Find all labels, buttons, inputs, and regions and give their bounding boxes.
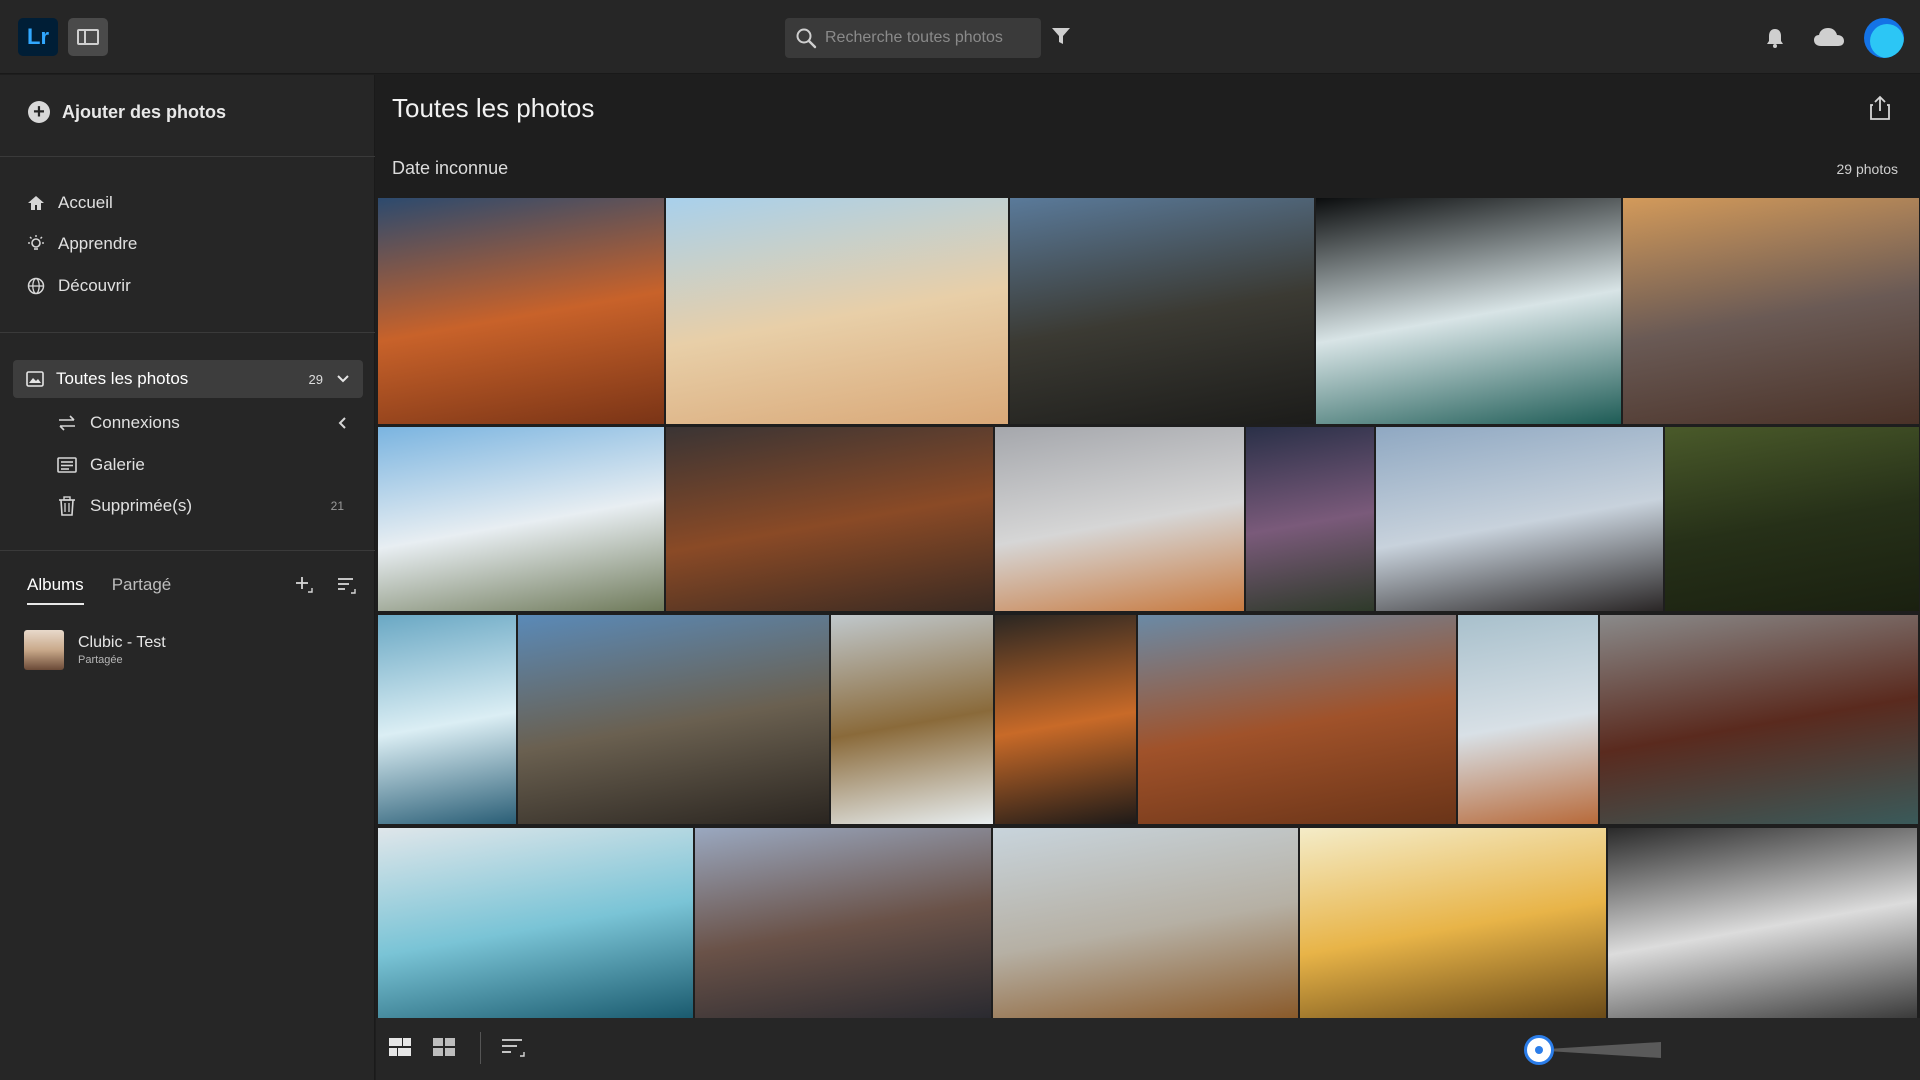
sidebar-item-deleted[interactable]: Supprimée(s) 21: [56, 496, 356, 516]
photos-icon: [26, 371, 44, 387]
trash-icon: [56, 496, 78, 516]
photo-red-valley[interactable]: [1138, 615, 1456, 824]
divider: [0, 156, 375, 157]
all-photos-count: 29: [308, 371, 323, 387]
globe-icon: [26, 276, 46, 296]
sub-item-label: Connexions: [90, 413, 180, 432]
photo-dark-falls[interactable]: [1608, 828, 1917, 1018]
nav-item-home[interactable]: Accueil: [26, 193, 113, 213]
photo-golden-sunrise[interactable]: [1300, 828, 1606, 1018]
zoom-slider-handle[interactable]: [1524, 1035, 1554, 1065]
search-box[interactable]: [785, 18, 1041, 58]
sub-item-label: Supprimée(s): [90, 496, 193, 515]
sub-item-label: Galerie: [90, 455, 145, 474]
bell-icon[interactable]: [1764, 27, 1786, 49]
photo-red-canyon-storm[interactable]: [666, 427, 993, 611]
tab-actions: [294, 575, 356, 595]
photo-green-ridges[interactable]: [1665, 427, 1919, 611]
photo-rock-pinnacles[interactable]: [1246, 427, 1374, 611]
toolbar-separator: [480, 1032, 481, 1064]
chevron-down-icon[interactable]: [335, 371, 351, 387]
nav-item-label: Apprendre: [58, 234, 138, 253]
app-logo[interactable]: Lr: [18, 18, 58, 56]
photo-winter-falls[interactable]: [831, 615, 993, 824]
date-heading: Date inconnue: [392, 158, 509, 178]
photo-cloudy-range[interactable]: [993, 828, 1298, 1018]
photo-tre-cime[interactable]: [695, 828, 991, 1018]
photo-desert-dunes[interactable]: [666, 198, 1008, 424]
nav-item-discover[interactable]: Découvrir: [26, 276, 131, 296]
all-photos-label: Toutes les photos: [56, 369, 189, 388]
gallery-icon: [56, 457, 78, 473]
bottom-toolbar: [376, 1018, 1920, 1080]
photo-firefall[interactable]: [995, 615, 1136, 824]
share-icon[interactable]: [1868, 95, 1892, 121]
divider: [0, 550, 375, 551]
photo-grid-icon[interactable]: [388, 1036, 412, 1058]
connections-icon: [56, 415, 78, 431]
tab-shared[interactable]: Partagé: [112, 575, 172, 605]
photo-waterfall-cliffs[interactable]: [1010, 198, 1314, 424]
filter-icon[interactable]: [1051, 26, 1071, 46]
add-album-icon[interactable]: [294, 575, 314, 595]
photo-canyon-swirls[interactable]: [378, 198, 664, 424]
album-tabs: Albums Partagé: [27, 575, 171, 605]
sidebar: + Ajouter des photos Accueil Apprendre D…: [0, 75, 375, 1080]
plus-circle-icon: +: [28, 101, 50, 123]
photo-aerial-river[interactable]: [995, 427, 1244, 611]
square-grid-icon[interactable]: [432, 1036, 456, 1058]
tab-albums[interactable]: Albums: [27, 575, 84, 605]
photo-snowy-mountain[interactable]: [378, 427, 664, 611]
nav-item-learn[interactable]: Apprendre: [26, 234, 137, 254]
photo-misty-falls[interactable]: [378, 615, 516, 824]
panel-toggle-icon: [77, 29, 99, 45]
chevron-left-icon[interactable]: [336, 416, 350, 430]
top-bar: Lr: [0, 0, 1920, 74]
sort-icon[interactable]: [336, 575, 356, 595]
photo-lone-figure[interactable]: [1376, 427, 1663, 611]
photo-basalt-cliff[interactable]: [518, 615, 829, 824]
deleted-count: 21: [330, 499, 344, 513]
photo-desert-peaks[interactable]: [1458, 615, 1598, 824]
cloud-icon[interactable]: [1813, 26, 1845, 48]
add-photos-button[interactable]: + Ajouter des photos: [28, 101, 226, 123]
sidebar-item-gallery[interactable]: Galerie: [56, 455, 356, 475]
lightbulb-icon: [26, 234, 46, 254]
sidebar-item-connections[interactable]: Connexions: [56, 413, 356, 433]
album-status: Partagée: [78, 654, 123, 666]
album-thumbnail: [24, 630, 64, 670]
photo-grand-canyon[interactable]: [1623, 198, 1919, 424]
add-photos-label: Ajouter des photos: [62, 101, 227, 122]
photo-frozen-falls[interactable]: [378, 828, 693, 1018]
divider: [0, 332, 375, 333]
page-title: Toutes les photos: [392, 93, 595, 123]
avatar[interactable]: [1864, 18, 1904, 58]
photo-count: 29 photos: [1836, 161, 1899, 177]
album-name: Clubic - Test: [78, 634, 166, 651]
photo-aerial-coast[interactable]: [1316, 198, 1621, 424]
home-icon: [26, 193, 46, 213]
panel-toggle-button[interactable]: [68, 18, 108, 56]
sort-icon[interactable]: [500, 1036, 526, 1058]
sidebar-item-all-photos[interactable]: Toutes les photos 29: [13, 360, 363, 398]
search-icon: [796, 28, 817, 49]
nav-item-label: Accueil: [58, 193, 113, 212]
search-input[interactable]: [825, 29, 1025, 47]
nav-item-label: Découvrir: [58, 276, 131, 295]
album-item[interactable]: Clubic - Test Partagée: [24, 630, 166, 670]
photo-fjord-mountains[interactable]: [1600, 615, 1918, 824]
